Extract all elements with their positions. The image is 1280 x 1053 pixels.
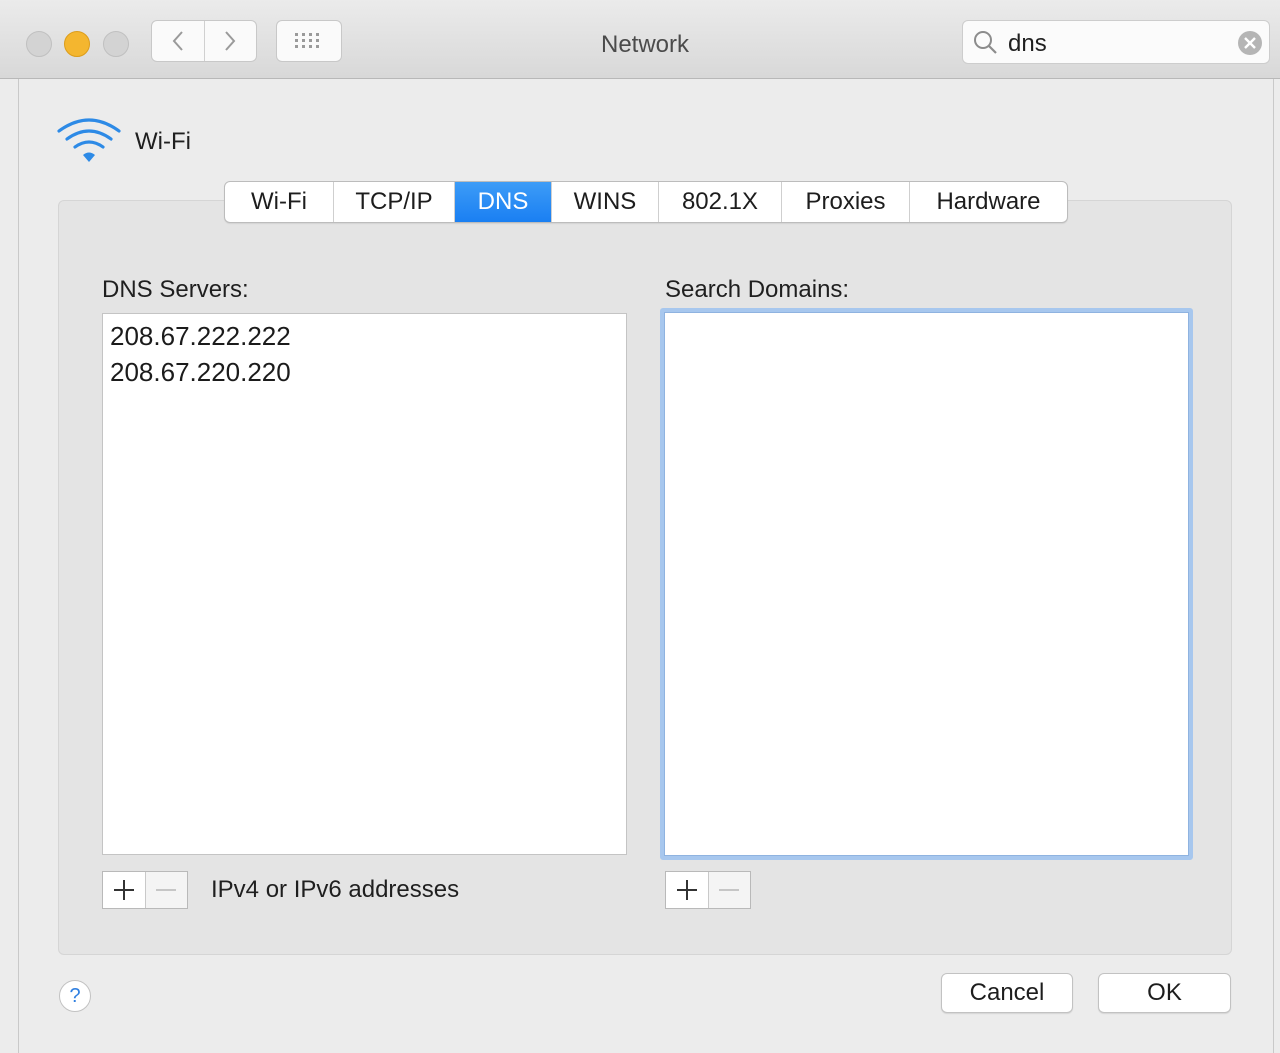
wifi-icon	[57, 118, 121, 162]
tab-dns[interactable]: DNS	[454, 182, 551, 222]
chevron-right-icon	[225, 31, 236, 51]
minus-icon	[719, 889, 740, 891]
dns-servers-hint: IPv4 or IPv6 addresses	[211, 876, 460, 903]
grid-icon	[295, 33, 319, 48]
plus-icon	[676, 880, 697, 900]
remove-search-domain-button[interactable]	[707, 872, 750, 908]
forward-button[interactable]	[203, 21, 257, 61]
plus-icon	[113, 880, 134, 900]
show-all-button[interactable]	[276, 20, 342, 62]
search-icon	[974, 31, 997, 54]
remove-dns-server-button[interactable]	[144, 872, 187, 908]
add-search-domain-button[interactable]	[666, 872, 708, 908]
tab-wifi[interactable]: Wi-Fi	[225, 182, 333, 222]
search-input[interactable]: dns	[1008, 30, 1047, 58]
search-field[interactable]: dns	[962, 20, 1270, 64]
title-bar: Network dns	[0, 0, 1280, 79]
chevron-left-icon	[172, 31, 183, 51]
help-button[interactable]: ?	[59, 980, 91, 1012]
search-domains-list[interactable]	[660, 308, 1193, 860]
minus-icon	[156, 889, 177, 891]
add-dns-server-button[interactable]	[103, 872, 145, 908]
dns-servers-label: DNS Servers:	[102, 276, 249, 303]
clear-search-icon[interactable]	[1237, 30, 1263, 56]
tab-hardware[interactable]: Hardware	[909, 182, 1067, 222]
search-domains-label: Search Domains:	[665, 276, 850, 303]
search-domains-add-remove	[665, 871, 751, 909]
tab-bar: Wi-Fi TCP/IP DNS WINS 802.1X Proxies Har…	[224, 181, 1068, 223]
tab-8021x[interactable]: 802.1X	[658, 182, 781, 222]
zoom-window-button[interactable]	[103, 31, 129, 57]
question-mark-icon: ?	[69, 984, 81, 1007]
window-title: Network	[600, 31, 690, 58]
tab-wins[interactable]: WINS	[551, 182, 658, 222]
dns-servers-add-remove	[102, 871, 188, 909]
list-item[interactable]: 208.67.222.222	[110, 321, 291, 352]
service-name: Wi-Fi	[135, 128, 191, 155]
back-button[interactable]	[152, 21, 204, 61]
ok-button[interactable]: OK	[1098, 973, 1231, 1013]
minimize-window-button[interactable]	[64, 31, 90, 57]
nav-back-forward	[151, 20, 257, 62]
close-window-button[interactable]	[26, 31, 52, 57]
tab-proxies[interactable]: Proxies	[781, 182, 909, 222]
dns-servers-list[interactable]: 208.67.222.222 208.67.220.220	[102, 313, 627, 855]
list-item[interactable]: 208.67.220.220	[110, 357, 291, 388]
tab-tcpip[interactable]: TCP/IP	[333, 182, 454, 222]
cancel-button[interactable]: Cancel	[941, 973, 1073, 1013]
